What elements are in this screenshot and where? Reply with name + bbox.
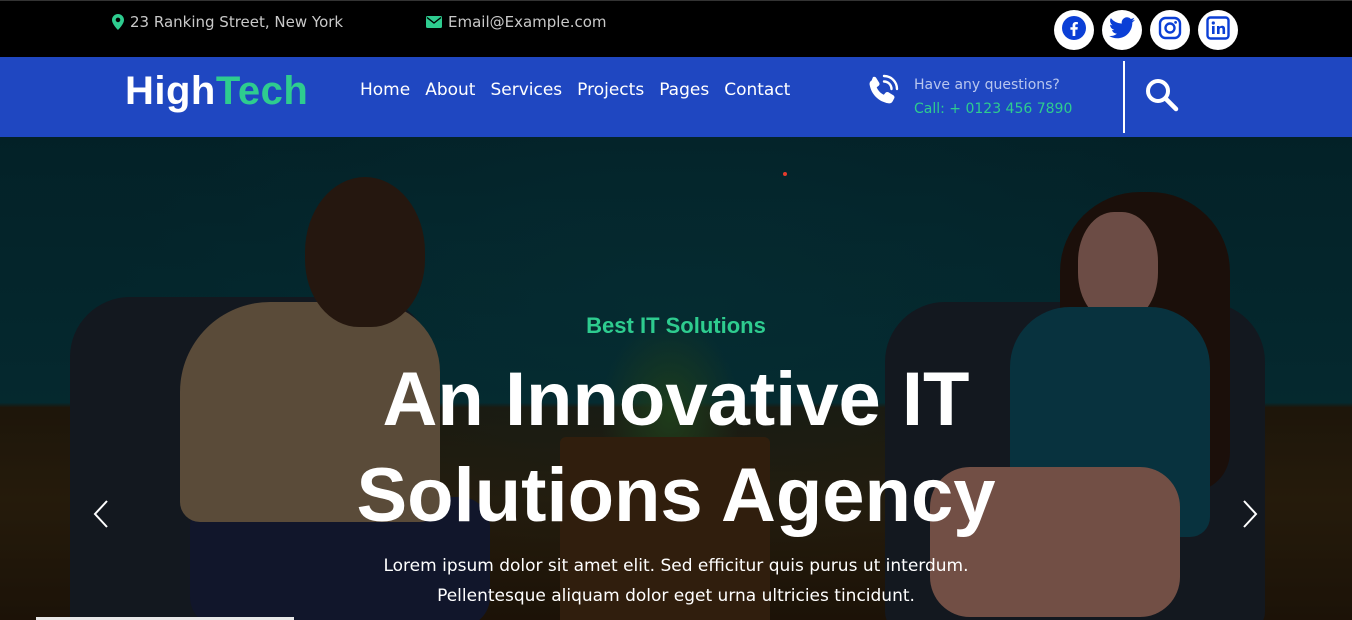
nav-item-about[interactable]: About xyxy=(425,80,475,100)
brand-part-high: High xyxy=(125,69,216,113)
hero-headline: An Innovative IT Solutions Agency xyxy=(0,352,1352,544)
chevron-left-icon xyxy=(92,500,110,533)
linkedin-icon xyxy=(1206,15,1230,45)
main-navbar: HighTech Home About Services Projects Pa… xyxy=(0,57,1352,137)
hero-headline-line2: Solutions Agency xyxy=(356,453,996,538)
map-pin-icon xyxy=(112,14,124,30)
navbar-divider xyxy=(1123,61,1125,133)
brand-part-tech: Tech xyxy=(215,69,309,113)
red-dot-marker xyxy=(783,172,787,176)
facebook-icon xyxy=(1061,15,1087,46)
address-text: 23 Ranking Street, New York xyxy=(130,13,344,31)
chevron-right-icon xyxy=(1241,500,1259,533)
contact-info: Have any questions? Call: + 0123 456 789… xyxy=(864,73,1072,121)
instagram-icon xyxy=(1158,16,1182,45)
nav-item-home[interactable]: Home xyxy=(360,80,410,100)
phone-call-icon xyxy=(864,73,900,114)
contact-phone[interactable]: Call: + 0123 456 7890 xyxy=(914,97,1072,121)
nav-item-services[interactable]: Services xyxy=(490,80,562,100)
nav-menu: Home About Services Projects Pages Conta… xyxy=(360,80,790,100)
email-info[interactable]: Email@Example.com xyxy=(426,13,607,31)
search-icon xyxy=(1144,79,1180,117)
hero-subtext: Lorem ipsum dolor sit amet elit. Sed eff… xyxy=(0,551,1352,611)
twitter-button[interactable] xyxy=(1102,10,1142,50)
search-button[interactable] xyxy=(1144,77,1180,118)
instagram-button[interactable] xyxy=(1150,10,1190,50)
twitter-icon xyxy=(1109,16,1135,44)
top-bar: 23 Ranking Street, New York Email@Exampl… xyxy=(0,0,1352,57)
nav-item-pages[interactable]: Pages xyxy=(659,80,709,100)
hero-carousel: Best IT Solutions An Innovative IT Solut… xyxy=(0,137,1352,620)
nav-item-contact[interactable]: Contact xyxy=(724,80,790,100)
contact-question: Have any questions? xyxy=(914,77,1060,93)
nav-item-projects[interactable]: Projects xyxy=(577,80,644,100)
social-links xyxy=(1054,10,1238,50)
linkedin-button[interactable] xyxy=(1198,10,1238,50)
facebook-button[interactable] xyxy=(1054,10,1094,50)
carousel-prev-button[interactable] xyxy=(92,499,110,534)
envelope-icon xyxy=(426,16,442,28)
carousel-next-button[interactable] xyxy=(1241,499,1259,534)
hero-subtext-line1: Lorem ipsum dolor sit amet elit. Sed eff… xyxy=(383,556,969,576)
hero-tagline: Best IT Solutions xyxy=(586,313,766,338)
brand-logo[interactable]: HighTech xyxy=(125,69,308,114)
email-text: Email@Example.com xyxy=(448,13,607,31)
address-info: 23 Ranking Street, New York xyxy=(112,13,343,31)
hero-headline-line1: An Innovative IT xyxy=(382,357,970,442)
hero-subtext-line2: Pellentesque aliquam dolor eget urna ult… xyxy=(437,586,915,606)
